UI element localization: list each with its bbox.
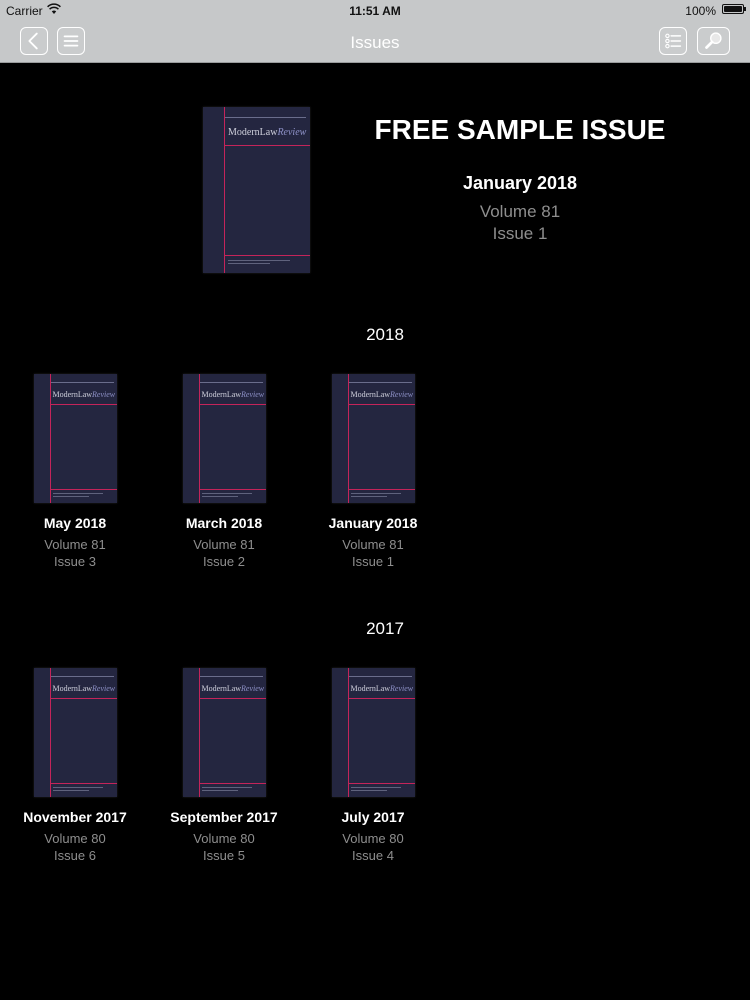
issue-number: Issue 3 bbox=[54, 554, 96, 569]
cover-vertical-rule bbox=[49, 668, 51, 797]
featured-issue-number: Issue 1 bbox=[492, 224, 548, 243]
cover-bottom-rule bbox=[224, 255, 310, 256]
cover-header-rule bbox=[199, 676, 263, 677]
cover-vertical-rule bbox=[347, 374, 349, 503]
page-title: Issues bbox=[350, 33, 400, 52]
cover-bottom-rule bbox=[198, 783, 266, 784]
issue-number: Issue 2 bbox=[203, 554, 245, 569]
cover-bottom-rule bbox=[49, 489, 117, 490]
cover-fine-print bbox=[201, 493, 252, 494]
issue-cover[interactable]: ModernLawReview bbox=[33, 668, 117, 797]
issue-cover[interactable]: ModernLawReview bbox=[331, 668, 415, 797]
magnifier-icon bbox=[705, 32, 722, 49]
cover-masthead: ModernLawReview bbox=[350, 684, 414, 693]
issue-date: January 2018 bbox=[328, 515, 418, 531]
top-chrome: Carrier 11:51 AM 100% Issues bbox=[0, 0, 750, 63]
cover-bottom-rule bbox=[347, 489, 415, 490]
cover-fine-print bbox=[350, 493, 401, 494]
cover-masthead: ModernLawReview bbox=[52, 684, 116, 693]
issue-tile[interactable]: ModernLawReview May 2018 Volume 81 Issue 3 bbox=[0, 374, 150, 569]
issue-cover[interactable]: ModernLawReview bbox=[33, 374, 117, 503]
cover-vertical-rule bbox=[224, 107, 225, 273]
cover-fine-print bbox=[350, 496, 387, 497]
cover-fine-print bbox=[350, 787, 401, 788]
issue-date: May 2018 bbox=[43, 515, 107, 531]
cover-masthead: ModernLawReview bbox=[201, 390, 265, 399]
year-header-2017: 2017 bbox=[366, 619, 404, 638]
cover-vertical-rule bbox=[49, 374, 51, 503]
issue-date: November 2017 bbox=[23, 809, 127, 825]
issue-cover[interactable]: ModernLawReview bbox=[182, 374, 266, 503]
cover-top-rule bbox=[198, 404, 266, 405]
cover-header-rule bbox=[50, 676, 114, 677]
issue-number: Issue 4 bbox=[352, 848, 394, 863]
issue-volume: Volume 81 bbox=[44, 537, 106, 552]
cover-vertical-rule bbox=[347, 668, 349, 797]
list-view-button[interactable] bbox=[659, 27, 687, 55]
cover-header-rule bbox=[50, 382, 114, 383]
issue-date: March 2018 bbox=[185, 515, 263, 531]
issue-volume: Volume 80 bbox=[342, 831, 404, 846]
cover-masthead: ModernLawReview bbox=[350, 390, 414, 399]
issue-number: Issue 5 bbox=[203, 848, 245, 863]
cover-fine-print bbox=[201, 496, 238, 497]
cover-top-rule bbox=[198, 698, 266, 699]
cover-masthead: ModernLawReview bbox=[228, 127, 307, 138]
cover-vertical-rule bbox=[198, 668, 200, 797]
battery-percent: 100% bbox=[685, 4, 716, 18]
cover-masthead: ModernLawReview bbox=[201, 684, 265, 693]
cover-bottom-rule bbox=[49, 783, 117, 784]
cover-fine-print bbox=[201, 790, 238, 791]
issue-tile[interactable]: ModernLawReview January 2018 Volume 81 Issu… bbox=[298, 374, 448, 569]
issue-number: Issue 1 bbox=[352, 554, 394, 569]
cover-fine-print bbox=[52, 496, 89, 497]
issue-volume: Volume 81 bbox=[193, 537, 255, 552]
issue-cover[interactable]: ModernLawReview bbox=[182, 668, 266, 797]
battery-icon bbox=[722, 4, 746, 14]
year-header-2018: 2018 bbox=[366, 325, 404, 344]
issue-date: July 2017 bbox=[341, 809, 405, 825]
cover-fine-print bbox=[228, 263, 270, 264]
cover-header-rule bbox=[225, 117, 306, 118]
cover-top-rule bbox=[224, 145, 310, 146]
status-bar: Carrier 11:51 AM 100% bbox=[0, 0, 750, 20]
issue-number: Issue 6 bbox=[54, 848, 96, 863]
issue-tile[interactable]: ModernLawReview September 2017 Volume 80 Is… bbox=[149, 668, 299, 863]
featured-issue-date[interactable]: January 2018 bbox=[310, 173, 730, 194]
cover-header-rule bbox=[348, 676, 412, 677]
issue-volume: Volume 80 bbox=[44, 831, 106, 846]
navigation-bar: Issues bbox=[0, 20, 750, 62]
issue-date: September 2017 bbox=[170, 809, 278, 825]
issue-volume: Volume 81 bbox=[342, 537, 404, 552]
issue-tile[interactable]: ModernLawReview March 2018 Volume 81 Issue … bbox=[149, 374, 299, 569]
featured-issue-cover[interactable]: ModernLawReview bbox=[203, 107, 310, 273]
cover-fine-print bbox=[350, 790, 387, 791]
cover-fine-print bbox=[228, 260, 290, 261]
cover-vertical-rule bbox=[198, 374, 200, 503]
search-button[interactable] bbox=[697, 27, 730, 55]
issue-tile[interactable]: ModernLawReview July 2017 Volume 80 Issue 4 bbox=[298, 668, 448, 863]
cover-fine-print bbox=[201, 787, 252, 788]
cover-fine-print bbox=[52, 493, 103, 494]
issue-cover[interactable]: ModernLawReview bbox=[331, 374, 415, 503]
clock: 11:51 AM bbox=[349, 4, 401, 18]
cover-top-rule bbox=[347, 698, 415, 699]
featured-issue-volume: Volume 81 bbox=[479, 202, 561, 221]
cover-top-rule bbox=[49, 404, 117, 405]
cover-header-rule bbox=[199, 382, 263, 383]
cover-top-rule bbox=[49, 698, 117, 699]
cover-header-rule bbox=[348, 382, 412, 383]
cover-masthead: ModernLawReview bbox=[52, 390, 116, 399]
issue-tile[interactable]: ModernLawReview November 2017 Volume 80 Iss… bbox=[0, 668, 150, 863]
free-sample-heading: FREE SAMPLE ISSUE bbox=[374, 114, 666, 145]
issue-volume: Volume 80 bbox=[193, 831, 255, 846]
cover-fine-print bbox=[52, 787, 103, 788]
cover-top-rule bbox=[347, 404, 415, 405]
list-view-icon bbox=[665, 33, 682, 49]
cover-bottom-rule bbox=[198, 489, 266, 490]
cover-bottom-rule bbox=[347, 783, 415, 784]
cover-fine-print bbox=[52, 790, 89, 791]
